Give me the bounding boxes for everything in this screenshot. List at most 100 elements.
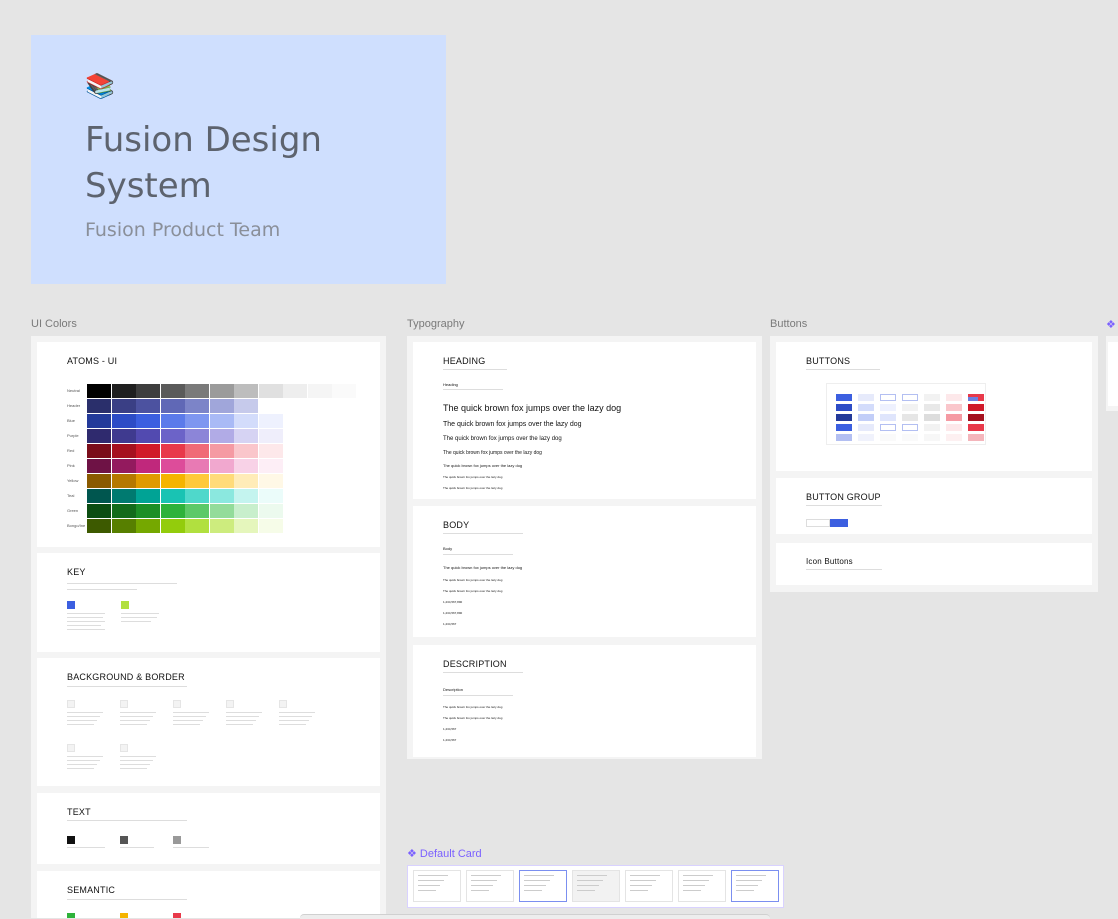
color-swatch xyxy=(209,429,234,443)
sample-button[interactable] xyxy=(836,414,852,421)
buttons-frame[interactable]: BUTTONS BUTTON GROUP Icon Buttons xyxy=(770,336,1098,592)
frame-label-buttons[interactable]: Buttons xyxy=(770,318,807,330)
color-swatch xyxy=(209,489,234,503)
sample-button[interactable] xyxy=(968,414,984,421)
palette-row-label: Blue xyxy=(67,418,76,423)
sample-button[interactable] xyxy=(858,414,874,421)
color-swatch xyxy=(136,384,160,398)
sample-button[interactable] xyxy=(880,434,896,441)
sample-button[interactable] xyxy=(924,394,940,401)
typography-frame[interactable]: HEADING Heading The quick brown fox jump… xyxy=(407,336,762,759)
card-variant[interactable] xyxy=(731,870,779,902)
color-swatch xyxy=(185,399,209,413)
palette-row-label: Bongo/Ine xyxy=(67,523,86,528)
sample-button[interactable] xyxy=(924,424,940,431)
frame-label-typography[interactable]: Typography xyxy=(407,318,464,330)
color-swatch xyxy=(209,519,234,533)
sample-button[interactable] xyxy=(836,434,852,441)
color-swatch xyxy=(160,459,185,473)
cover-title: Fusion Design System xyxy=(85,120,322,206)
palette-row-label: Pink xyxy=(67,463,75,468)
cover-frame[interactable]: 📚 Fusion Design System Fusion Product Te… xyxy=(31,35,446,284)
sample-button[interactable] xyxy=(902,414,918,421)
card-variant[interactable] xyxy=(678,870,726,902)
sample-button[interactable] xyxy=(946,404,962,411)
sample-button[interactable] xyxy=(858,394,874,401)
sample-button[interactable] xyxy=(858,434,874,441)
color-swatch xyxy=(234,444,258,458)
color-swatch xyxy=(87,474,111,488)
sample-button[interactable] xyxy=(880,394,896,401)
color-swatch xyxy=(209,474,234,488)
sample-button[interactable] xyxy=(924,434,940,441)
heading-sample-3: The quick brown fox jumps over the lazy … xyxy=(443,436,562,442)
sample-button[interactable] xyxy=(946,414,962,421)
sample-button[interactable] xyxy=(836,424,852,431)
color-swatch xyxy=(111,459,136,473)
palette-row-label: Neutral xyxy=(67,388,80,393)
sample-button[interactable] xyxy=(968,434,984,441)
sample-button[interactable] xyxy=(902,404,918,411)
body-sample-1: The quick brown fox jumps over the lazy … xyxy=(443,565,523,570)
key-heading: KEY xyxy=(67,567,86,577)
sample-button[interactable] xyxy=(968,424,984,431)
color-swatch xyxy=(185,504,209,518)
color-swatch xyxy=(111,399,136,413)
color-swatch xyxy=(87,414,111,428)
semantic-heading: SEMANTIC xyxy=(67,885,116,895)
ui-colors-frame[interactable]: ATOMS - UI Neutral Header Blue Purple Red Pin… xyxy=(31,336,386,918)
color-swatch xyxy=(258,489,283,503)
group-button-2[interactable] xyxy=(830,519,848,527)
background-swatch xyxy=(279,700,287,708)
card-variant[interactable] xyxy=(413,870,461,902)
sample-button[interactable] xyxy=(880,424,896,431)
component-frame-partial[interactable] xyxy=(1106,336,1118,411)
card-variant[interactable] xyxy=(625,870,673,902)
color-swatch xyxy=(234,459,258,473)
sample-button[interactable] xyxy=(902,434,918,441)
card-variant[interactable] xyxy=(572,870,620,902)
color-swatch xyxy=(87,504,111,518)
color-swatch xyxy=(185,414,209,428)
card-variant[interactable] xyxy=(466,870,514,902)
background-card: BACKGROUND & BORDER xyxy=(37,658,380,786)
sample-button[interactable] xyxy=(946,434,962,441)
color-swatch xyxy=(87,399,111,413)
color-swatch xyxy=(160,474,185,488)
sample-button[interactable] xyxy=(858,404,874,411)
sample-button[interactable] xyxy=(924,414,940,421)
color-swatch xyxy=(234,414,258,428)
tooltip-swatch xyxy=(968,397,978,401)
default-card-label[interactable]: ❖ Default Card xyxy=(407,847,482,860)
color-swatch xyxy=(185,444,209,458)
atoms-heading: ATOMS - UI xyxy=(67,356,118,366)
palette-row-label: Purple xyxy=(67,433,79,438)
background-swatch xyxy=(173,700,181,708)
body-value-2: 1,234,567,890 xyxy=(443,611,463,615)
sample-button[interactable] xyxy=(880,414,896,421)
component-icon: ❖ xyxy=(1106,319,1116,331)
color-swatch xyxy=(258,474,283,488)
frame-label-ui-colors[interactable]: UI Colors xyxy=(31,318,77,330)
sample-button[interactable] xyxy=(902,394,918,401)
sample-button[interactable] xyxy=(836,404,852,411)
default-card-frame[interactable] xyxy=(407,865,784,908)
bottom-toolbar[interactable] xyxy=(300,914,770,919)
sample-button[interactable] xyxy=(968,404,984,411)
sample-button[interactable] xyxy=(946,394,962,401)
sample-button[interactable] xyxy=(924,404,940,411)
button-group-card: BUTTON GROUP xyxy=(776,478,1092,534)
color-swatch xyxy=(209,444,234,458)
description-heading: DESCRIPTION xyxy=(443,659,507,669)
sample-button[interactable] xyxy=(836,394,852,401)
color-swatch xyxy=(111,489,136,503)
sample-button[interactable] xyxy=(902,424,918,431)
color-swatch xyxy=(307,384,332,398)
sample-button[interactable] xyxy=(946,424,962,431)
group-button-1[interactable] xyxy=(806,519,830,527)
card-variant[interactable] xyxy=(519,870,567,902)
body-heading: BODY xyxy=(443,520,470,530)
heading-heading: HEADING xyxy=(443,356,486,366)
sample-button[interactable] xyxy=(858,424,874,431)
sample-button[interactable] xyxy=(880,404,896,411)
